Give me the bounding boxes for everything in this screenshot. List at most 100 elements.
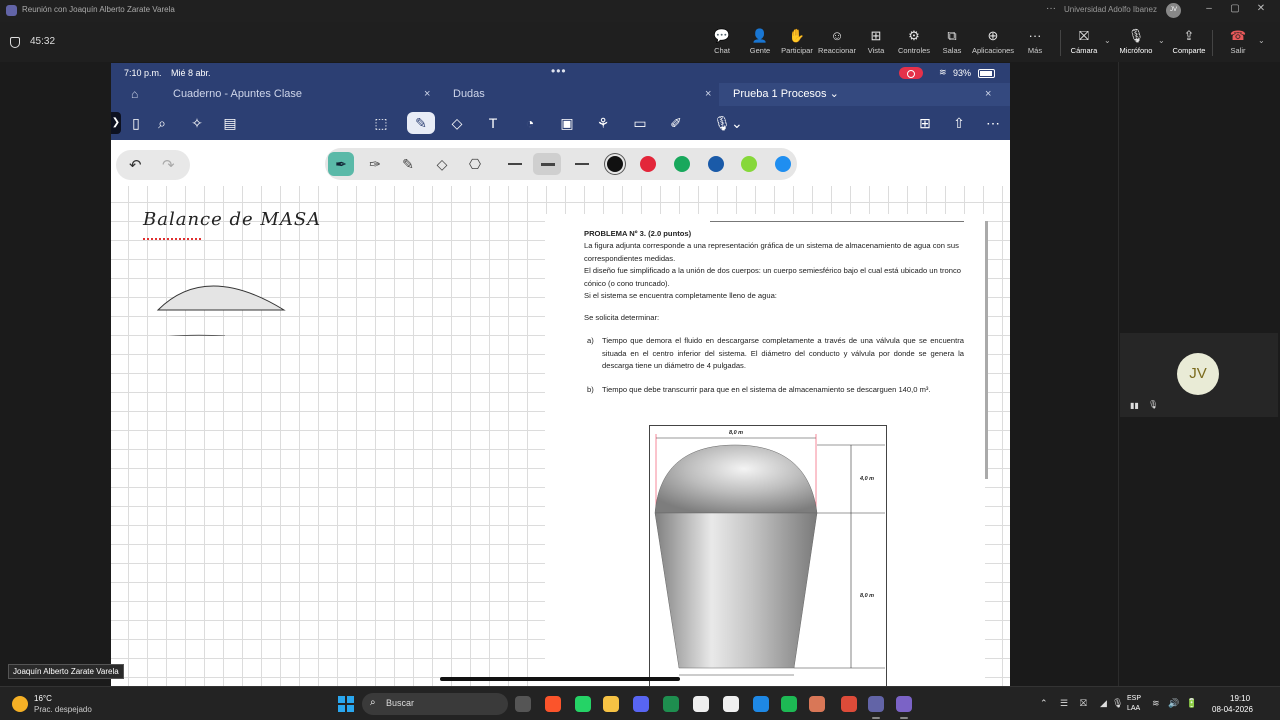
thickness-medium[interactable] <box>541 163 555 166</box>
camera-button[interactable]: ⛝ Cámara <box>1062 27 1106 55</box>
thickness-thick[interactable] <box>575 163 589 165</box>
windows-taskbar: 16°C Prac. despejado ⌕ Buscar ⌃ ☰ ⛝ ◢ 🎙 … <box>0 686 1280 720</box>
multitask-dots-icon[interactable]: ••• <box>551 64 567 78</box>
tray-chevron-icon[interactable]: ⌃ <box>1040 698 1048 709</box>
close-tab-cuaderno-icon[interactable]: × <box>424 83 430 106</box>
battery-icon[interactable]: 🔋 <box>1186 698 1197 709</box>
claude-app-icon[interactable] <box>809 696 825 712</box>
brush-pen-icon[interactable]: ✎ <box>395 152 421 176</box>
sidebar-handle[interactable]: ❯ <box>111 112 121 134</box>
color-swatch-dark-blue[interactable] <box>708 156 724 172</box>
leave-options-chevron-icon[interactable]: ⌄ <box>1258 36 1265 45</box>
share-button[interactable]: ⇪ Comparte <box>1167 27 1211 55</box>
keyboard-language[interactable]: ESP <box>1127 695 1141 702</box>
whatsapp-app-icon[interactable] <box>575 696 591 712</box>
taskbar-search[interactable]: ⌕ Buscar <box>362 693 508 715</box>
problem-title: PROBLEMA Nº 3. (2.0 puntos) <box>584 229 692 238</box>
color-swatch-green[interactable] <box>674 156 690 172</box>
tab-dudas[interactable]: Dudas <box>453 83 485 106</box>
close-tab-dudas-icon[interactable]: × <box>705 83 711 106</box>
spotify-app-icon[interactable] <box>781 696 797 712</box>
search-icon[interactable]: ⌕ <box>150 112 174 134</box>
text-box-icon[interactable]: T <box>481 112 505 134</box>
shapes-icon[interactable]: ◔ <box>518 112 542 134</box>
discord-app-icon[interactable] <box>633 696 649 712</box>
clock-date[interactable]: 08-04-2026 <box>1212 705 1253 714</box>
weather-sun-icon[interactable] <box>12 696 28 712</box>
windows-start-icon[interactable] <box>338 696 354 712</box>
color-swatch-blue[interactable] <box>775 156 791 172</box>
stickers-icon[interactable]: ⚘ <box>591 112 615 134</box>
tray-monitor-icon[interactable]: ◢ <box>1100 698 1107 709</box>
microphone-icon[interactable]: 🎙⌄ <box>709 112 747 134</box>
explorer-app-icon[interactable] <box>603 696 619 712</box>
vpn-app-icon[interactable] <box>753 696 769 712</box>
pages-icon[interactable]: ▤ <box>218 112 242 134</box>
shape-pen-icon[interactable]: ⎔ <box>462 152 488 176</box>
volume-icon[interactable]: 🔊 <box>1168 698 1179 709</box>
image-icon[interactable]: ▣ <box>555 112 579 134</box>
notion-app-icon[interactable] <box>693 696 709 712</box>
tray-app-icon[interactable]: ☰ <box>1060 698 1068 709</box>
highlighter-icon[interactable]: ✐ <box>664 112 688 134</box>
weather-temperature[interactable]: 16°C <box>34 694 52 703</box>
maximize-button[interactable]: ▢ <box>1228 3 1242 14</box>
mic-options-chevron-icon[interactable]: ⌄ <box>1158 36 1165 45</box>
notebook-canvas[interactable]: Balance de MASA PROBLEMA Nº 3. (2.0 punt… <box>111 186 1010 686</box>
share-icon[interactable]: ⇧ <box>947 112 971 134</box>
close-tab-prueba-icon[interactable]: × <box>985 83 991 106</box>
home-icon[interactable]: ⌂ <box>131 83 138 106</box>
color-swatch-black[interactable] <box>607 156 623 172</box>
wifi-icon[interactable]: ≋ <box>1152 698 1160 709</box>
raise-hand-icon: ✋ <box>788 28 806 43</box>
apps-button[interactable]: ⊕ Aplicaciones <box>971 27 1015 55</box>
page-scrollbar[interactable] <box>985 221 988 479</box>
eraser-icon[interactable]: ◇ <box>445 112 469 134</box>
pen-tool-icon[interactable]: ✎ <box>407 112 435 134</box>
raise-hand-button[interactable]: ✋ Participar <box>775 27 819 55</box>
sticky-note-icon[interactable]: ▭ <box>628 112 652 134</box>
add-page-icon[interactable]: ⊞ <box>913 112 937 134</box>
sidebar-icon[interactable]: ▯ <box>124 112 148 134</box>
account-avatar[interactable]: JV <box>1166 3 1181 18</box>
more-options-icon[interactable]: ⋯ <box>981 112 1005 134</box>
lasso-icon[interactable]: ⬚ <box>369 112 393 134</box>
color-swatch-lime[interactable] <box>741 156 757 172</box>
meeting-timer: 45:32 <box>30 36 56 47</box>
leave-button[interactable]: ☎ Salir <box>1216 27 1260 55</box>
excel-app-icon[interactable] <box>663 696 679 712</box>
calendar-app-icon[interactable] <box>723 696 739 712</box>
react-button[interactable]: ☺ Reaccionar <box>815 27 859 55</box>
stage-left-margin <box>0 62 111 686</box>
search-icon: ⌕ <box>370 697 376 708</box>
fountain-pen-icon[interactable]: ✒ <box>328 152 354 176</box>
magic-icon[interactable]: ✧ <box>185 112 209 134</box>
title-more-icon[interactable]: ··· <box>1046 3 1056 14</box>
minimize-button[interactable]: – <box>1202 3 1216 14</box>
teams-app-icon[interactable] <box>868 696 884 719</box>
eraser-pen-icon[interactable]: ◇ <box>429 152 455 176</box>
tray-mic-icon[interactable]: 🎙 <box>1112 698 1123 709</box>
ball-pen-icon[interactable]: ✑ <box>362 152 388 176</box>
thickness-thin[interactable] <box>508 163 522 165</box>
microphone-button[interactable]: 🎙 Micrófono <box>1114 27 1158 55</box>
weather-condition[interactable]: Prac. despejado <box>34 705 92 714</box>
tab-prueba-1-procesos[interactable]: Prueba 1 Procesos ⌄ <box>733 83 839 106</box>
tab-cuaderno[interactable]: Cuaderno - Apuntes Clase <box>173 83 302 106</box>
participant-tile[interactable]: JV ▮▮ 🎙 <box>1120 333 1278 417</box>
more-button[interactable]: ··· Más <box>1013 27 1057 55</box>
tray-camera-icon[interactable]: ⛝ <box>1080 698 1087 709</box>
organization-name[interactable]: Universidad Adolfo Ibanez <box>1064 5 1157 14</box>
chrome-app-icon[interactable] <box>841 696 857 712</box>
camera-options-chevron-icon[interactable]: ⌄ <box>1104 36 1111 45</box>
keyboard-layout[interactable]: LAA <box>1127 705 1140 712</box>
brave-app-icon[interactable] <box>545 696 561 712</box>
color-swatch-red[interactable] <box>640 156 656 172</box>
clock-time[interactable]: 19:10 <box>1230 694 1250 703</box>
teams-meeting-app-icon[interactable] <box>896 696 912 719</box>
close-window-button[interactable]: ✕ <box>1254 3 1268 14</box>
undo-icon[interactable]: ↶ <box>129 156 142 174</box>
task-view-app-icon[interactable] <box>515 696 531 712</box>
rooms-button[interactable]: ⧉ Salas <box>930 27 974 55</box>
redo-icon[interactable]: ↷ <box>162 156 175 174</box>
